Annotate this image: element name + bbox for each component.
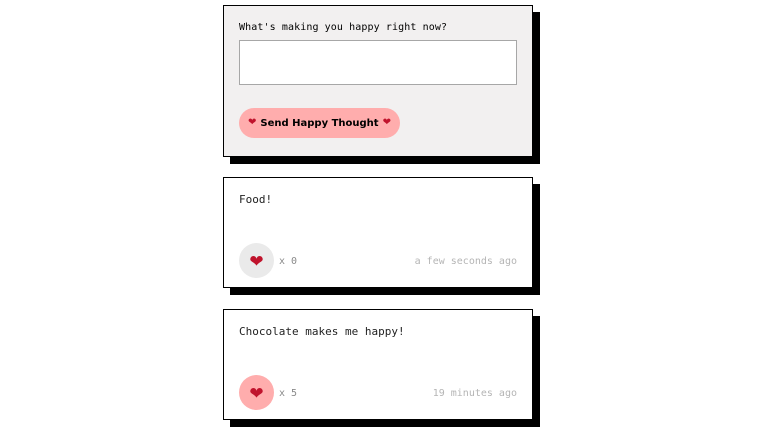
thought-card: Chocolate makes me happy! ❤ x5 19 minute… (223, 309, 533, 420)
timestamp: 19 minutes ago (432, 388, 517, 399)
heart-icon: ❤ (382, 117, 391, 128)
like-count-value: 5 (291, 388, 298, 399)
happy-thoughts-app: What's making you happy right now? ❤ Sen… (0, 0, 761, 435)
like-count-prefix: x (279, 256, 286, 267)
like-count-prefix: x (279, 388, 286, 399)
thought-card: Food! ❤ x0 a few seconds ago (223, 177, 533, 288)
send-button-label: Send Happy Thought (260, 117, 379, 129)
like-count: x0 (279, 256, 297, 267)
thought-form: What's making you happy right now? ❤ Sen… (223, 5, 533, 157)
like-count: x5 (279, 388, 297, 399)
heart-icon: ❤ (249, 251, 264, 271)
timestamp: a few seconds ago (414, 256, 517, 267)
heart-icon: ❤ (249, 383, 264, 403)
thought-input[interactable] (239, 40, 517, 85)
thought-message: Food! (239, 193, 273, 206)
like-count-value: 0 (291, 256, 298, 267)
heart-icon: ❤ (248, 117, 257, 128)
send-happy-thought-button[interactable]: ❤ Send Happy Thought ❤ (239, 108, 400, 138)
like-button[interactable]: ❤ (239, 243, 274, 278)
thought-message: Chocolate makes me happy! (239, 325, 405, 338)
form-label: What's making you happy right now? (239, 22, 448, 33)
like-button[interactable]: ❤ (239, 375, 274, 410)
